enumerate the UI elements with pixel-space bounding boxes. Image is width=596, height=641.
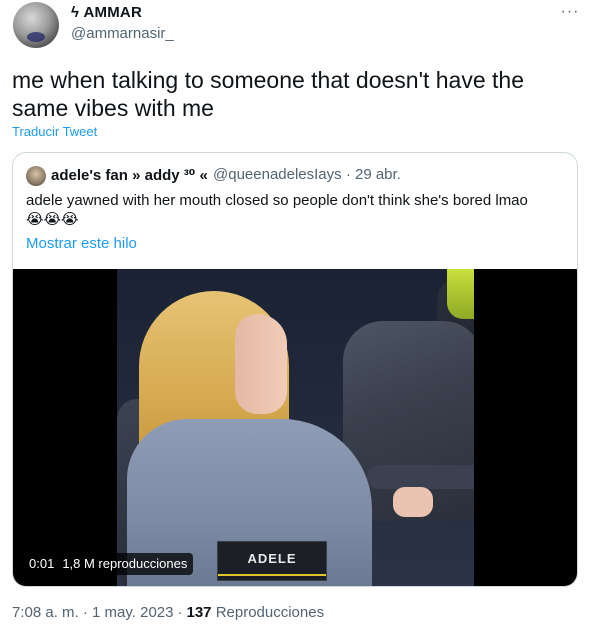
author-name[interactable]: ϟ AMMAR <box>71 4 142 21</box>
quoted-avatar[interactable] <box>26 166 46 186</box>
video-meta-badge: 0:01 1,8 M reproducciones <box>23 553 194 575</box>
video-caption-tag: ADELE <box>217 541 327 581</box>
video-yellow-shape <box>447 269 474 319</box>
video-player[interactable]: ADELE 0:01 1,8 M reproducciones <box>13 269 577 586</box>
views-count: 137 <box>186 604 212 621</box>
translate-link[interactable]: Traducir Tweet <box>12 124 97 139</box>
views-label: Reproducciones <box>215 604 325 621</box>
quoted-emojis: 😭😭😭 <box>26 211 79 228</box>
video-seat-arm-shape <box>367 465 474 489</box>
video-hand-shape <box>393 487 433 517</box>
tweet-footer: 7:08 a. m. · 1 may. 2023 · 137 Reproduccio… <box>12 604 324 621</box>
video-frame: ADELE <box>117 269 474 586</box>
tweet-timestamp[interactable]: 7:08 a. m. · 1 may. 2023 <box>12 604 173 621</box>
video-time: 0:01 <box>29 556 55 571</box>
author-handle[interactable]: @ammarnasir_ <box>71 25 174 42</box>
tweet-text: me when talking to someone that doesn't … <box>12 67 524 121</box>
quoted-tweet-text: adele yawned with her mouth closed so pe… <box>26 192 528 209</box>
video-views: 1,8 M reproducciones <box>62 556 188 571</box>
more-options-icon[interactable]: ··· <box>558 2 582 22</box>
show-thread-link[interactable]: Mostrar este hilo <box>26 235 137 252</box>
quoted-author-handle[interactable]: @queenadelesIays · 29 abr. <box>213 166 401 183</box>
video-face-shape <box>235 314 287 414</box>
tweet: ϟ AMMAR @ammarnasir_ ··· me when talking… <box>0 0 596 641</box>
avatar[interactable] <box>13 2 59 48</box>
quoted-tweet[interactable]: adele's fan » addy ³⁰ « @queenadelesIays… <box>12 152 578 587</box>
footer-separator: · <box>177 604 183 621</box>
quoted-author-name[interactable]: adele's fan » addy ³⁰ « <box>51 166 208 184</box>
